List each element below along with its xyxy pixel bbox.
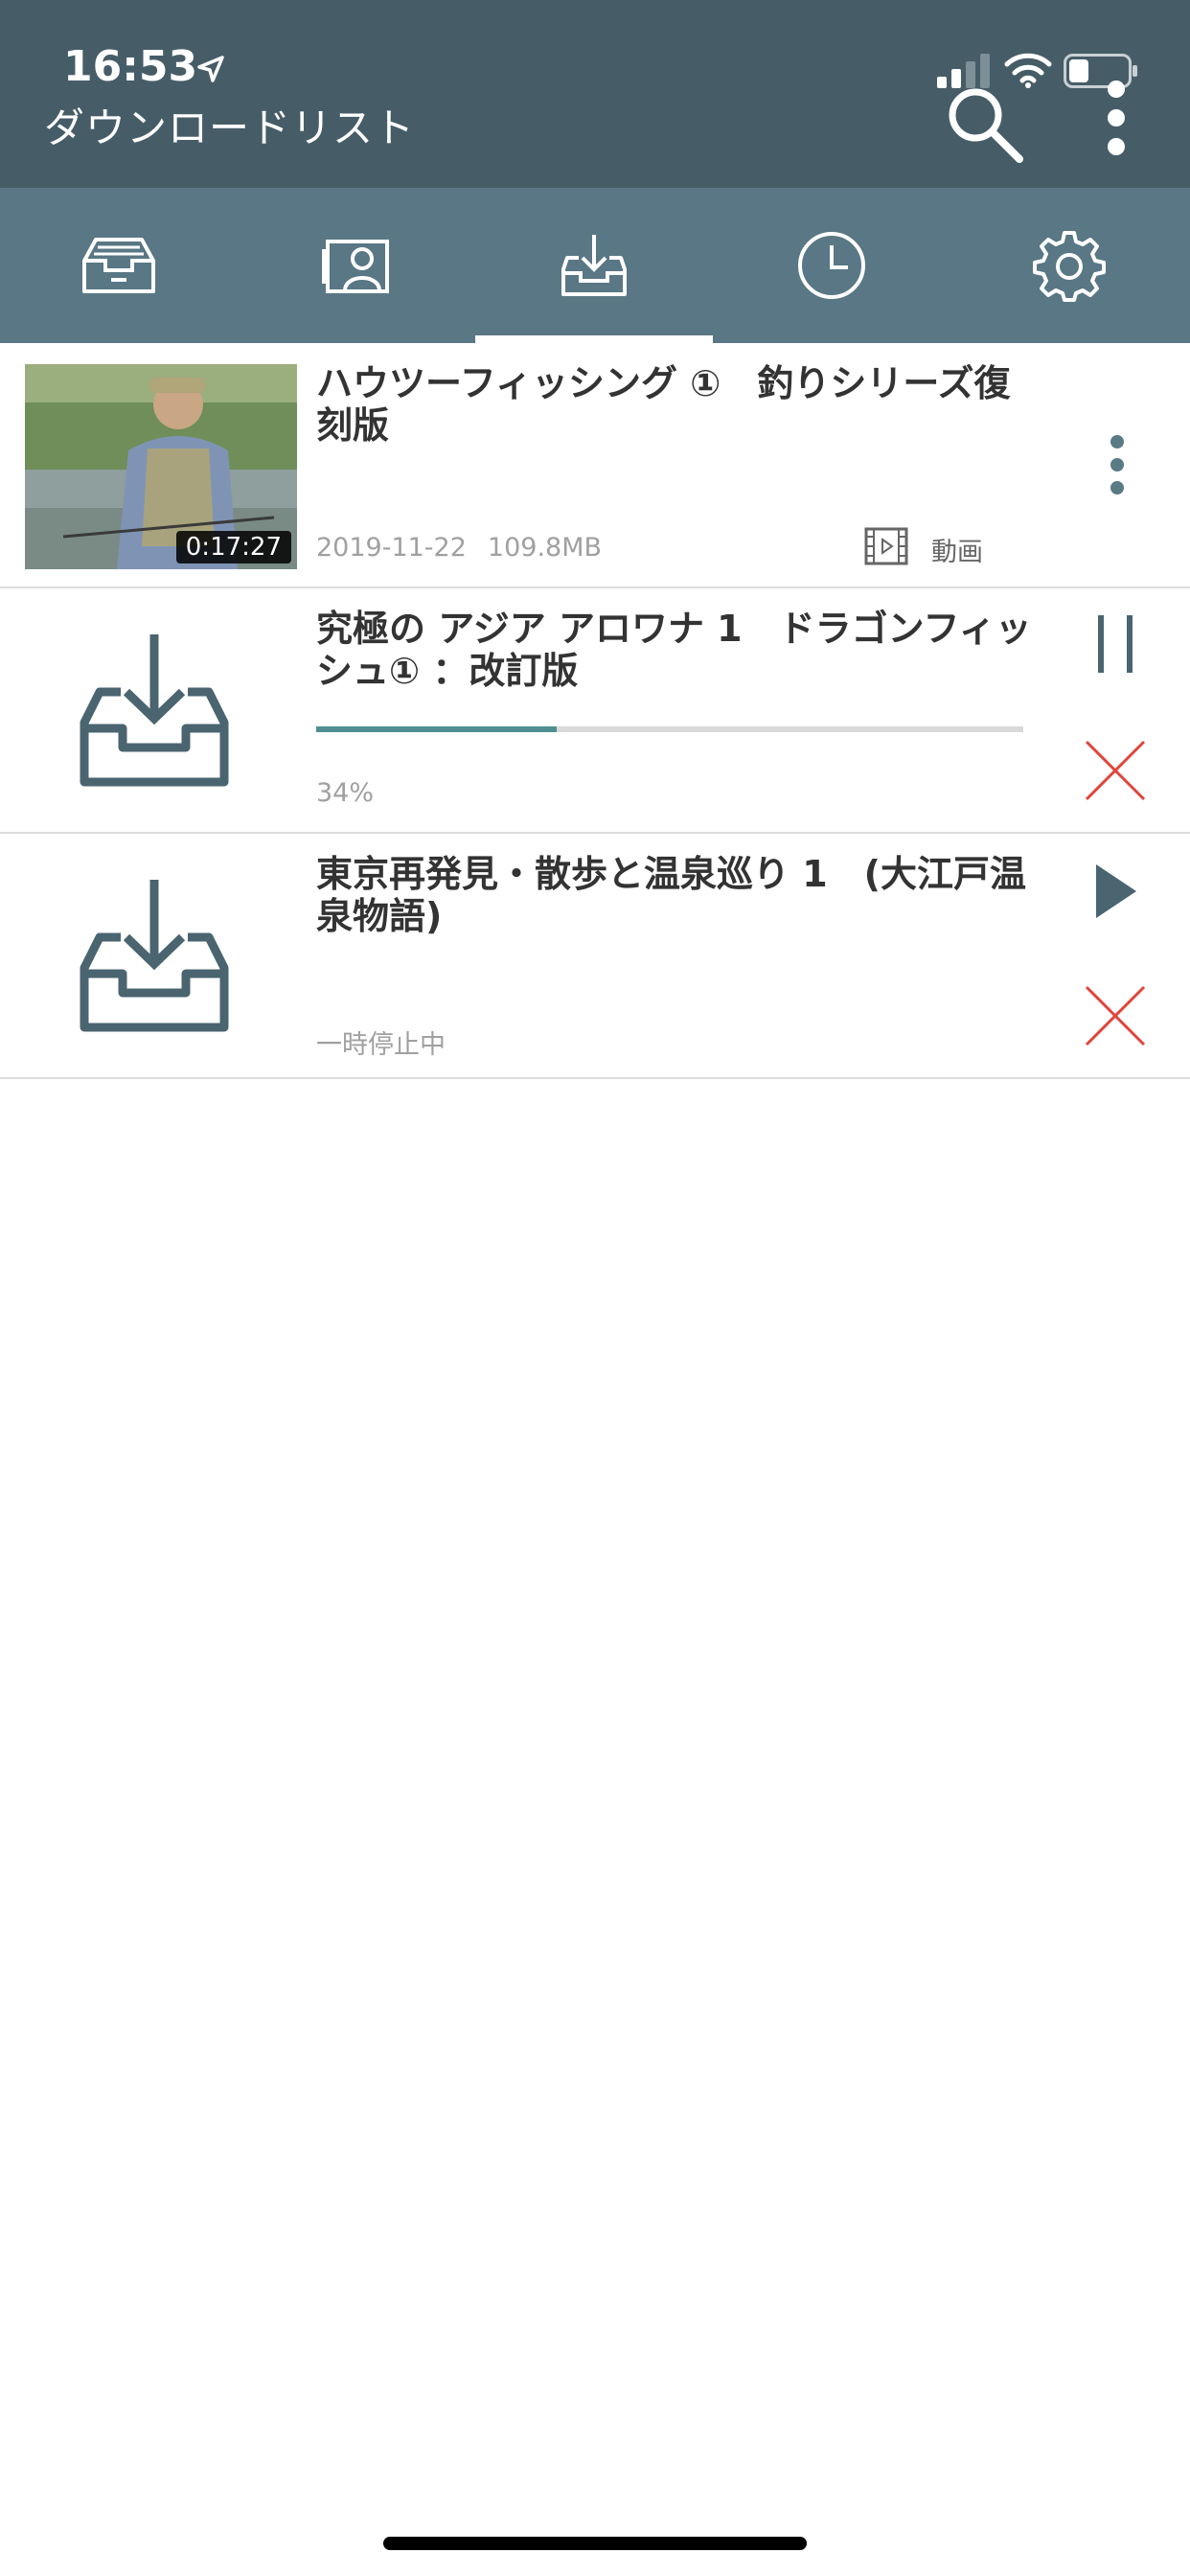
tab-contacts[interactable] — [238, 188, 475, 343]
video-duration: 0:17:27 — [175, 531, 291, 564]
search-button[interactable] — [943, 82, 1025, 165]
item-title: ハウツーフィッシング ① 釣りシリーズ復刻版 — [316, 362, 1011, 447]
item-type-label: 動画 — [931, 538, 983, 567]
selected-tab-indicator — [475, 335, 713, 343]
cancel-download-button[interactable] — [1085, 740, 1146, 801]
play-icon — [1096, 864, 1136, 918]
download-progress-bar — [316, 726, 1023, 732]
download-progress-fill — [316, 726, 557, 732]
item-size: 109.8MB — [487, 533, 603, 563]
clock-icon — [798, 232, 865, 299]
download-tray-icon — [80, 880, 229, 1032]
item-more-button[interactable] — [1108, 435, 1127, 504]
item-status: 一時停止中 — [316, 1030, 446, 1060]
video-thumbnail: 0:17:27 — [25, 364, 297, 569]
video-file-icon — [864, 527, 908, 565]
download-tray-icon — [561, 235, 627, 296]
app-header: 16:53 ダウンロードリスト — [0, 0, 1190, 188]
tab-history[interactable] — [713, 188, 950, 343]
tab-bar — [0, 188, 1190, 343]
more-vertical-icon — [1108, 80, 1125, 98]
close-icon — [1085, 740, 1146, 801]
cancel-download-button[interactable] — [1085, 985, 1146, 1046]
resume-button[interactable] — [1092, 862, 1138, 920]
download-list: 0:17:27 ハウツーフィッシング ① 釣りシリーズ復刻版 2019-11-2… — [0, 343, 1190, 1079]
inbox-tray-icon — [82, 238, 155, 293]
more-vertical-icon — [1110, 435, 1124, 448]
item-date: 2019-11-22 — [316, 533, 467, 563]
page-title: ダウンロードリスト — [44, 104, 416, 151]
tab-settings[interactable] — [950, 188, 1188, 343]
location-arrow-icon — [197, 56, 224, 82]
home-indicator[interactable] — [383, 2537, 807, 2550]
close-icon — [1085, 985, 1146, 1046]
item-title: 究極の アジア アロワナ 1 ドラゴンフィッシュ① ：改訂版 — [316, 608, 1032, 692]
list-item[interactable]: 究極の アジア アロワナ 1 ドラゴンフィッシュ① ：改訂版 34% — [0, 588, 1190, 834]
tab-inbox[interactable] — [0, 188, 238, 343]
list-item[interactable]: 東京再発見・散歩と温泉巡り 1 (大江戸温泉物語) 一時停止中 — [0, 834, 1190, 1079]
download-tray-icon — [80, 634, 229, 787]
contact-card-icon — [322, 240, 389, 293]
tab-downloads[interactable] — [475, 188, 713, 343]
gear-icon — [1033, 231, 1106, 302]
list-item[interactable]: 0:17:27 ハウツーフィッシング ① 釣りシリーズ復刻版 2019-11-2… — [0, 343, 1190, 588]
status-time: 16:53 — [63, 42, 198, 91]
more-options-button[interactable] — [1100, 80, 1133, 163]
item-title: 東京再発見・散歩と温泉巡り 1 (大江戸温泉物語) — [316, 853, 1027, 937]
pause-icon — [1098, 615, 1104, 673]
download-progress-label: 34% — [316, 778, 375, 808]
search-icon — [949, 88, 1023, 163]
pause-button[interactable] — [1094, 613, 1136, 675]
item-meta: 2019-11-22 109.8MB — [316, 533, 602, 563]
